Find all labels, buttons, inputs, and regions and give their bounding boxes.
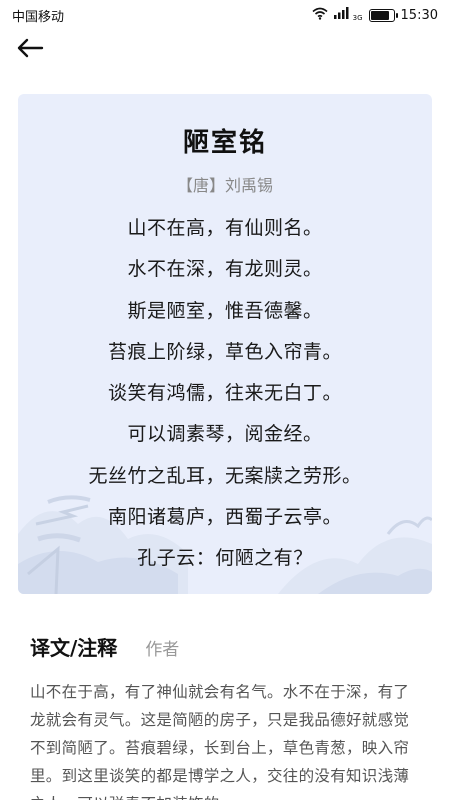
arrow-left-icon	[16, 38, 44, 62]
signal-icon	[333, 7, 349, 23]
status-icons: 3G 15:30	[312, 7, 438, 24]
battery-fill	[370, 10, 390, 20]
carrier-label: 中国移动	[12, 9, 65, 25]
poem-line: 斯是陋室，惟吾德馨。	[127, 299, 323, 322]
wifi-icon	[312, 7, 328, 24]
poem-line: 南阳诸葛庐，西蜀子云亭。	[107, 506, 342, 529]
poem-lines: 山不在高，有仙则名。 水不在深，有龙则灵。 斯是陋室，惟吾德馨。 苔痕上阶绿，草…	[18, 208, 432, 580]
poem-line: 可以调素琴，阅金经。	[127, 423, 323, 446]
translation-text: 山不在于高，有了神仙就会有名气。水不在于深，有了龙就会有灵气。这是简陋的房子，只…	[30, 683, 410, 800]
poem-line: 谈笑有鸿儒，往来无白丁。	[107, 382, 342, 405]
tab-author[interactable]: 作者	[145, 635, 179, 660]
poem-title: 陋室铭	[182, 128, 267, 158]
back-button[interactable]	[12, 32, 48, 68]
poem-line: 苔痕上阶绿，草色入帘青。	[107, 340, 342, 363]
content-tabs: 译文/注释 作者	[30, 632, 179, 661]
poem-line: 无丝竹之乱耳，无案牍之劳形。	[88, 464, 362, 487]
poem-line: 水不在深，有龙则灵。	[127, 258, 323, 281]
clock: 15:30	[400, 7, 438, 23]
battery-icon	[368, 8, 398, 22]
poem-line: 孔子云：何陋之有？	[137, 547, 313, 570]
status-bar: 中国移动 3G 15:30	[0, 0, 450, 30]
poem-author: 【唐】刘禹锡	[176, 176, 273, 195]
tab-translation-notes[interactable]: 译文/注释	[30, 632, 117, 661]
network-type: 3G	[352, 14, 363, 22]
poem-line: 山不在高，有仙则名。	[127, 217, 323, 239]
poem-card: 陋室铭 【唐】刘禹锡 山不在高，有仙则名。 水不在深，有龙则灵。 斯是陋室，惟吾…	[18, 94, 432, 594]
